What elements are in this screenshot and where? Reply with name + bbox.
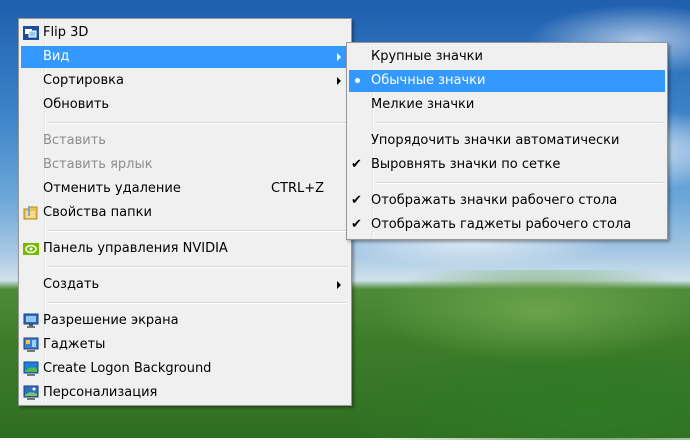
menu-separator <box>47 302 347 304</box>
menu-item-label: Гаджеты <box>43 337 106 352</box>
menu-item-screen-resolution[interactable]: Разрешение экрана <box>21 310 349 332</box>
menu-item-flip3d[interactable]: Flip 3D <box>21 22 349 44</box>
submenu-item-align-to-grid[interactable]: ✔ Выровнять значки по сетке <box>349 154 665 176</box>
shortcut-label: CTRL+Z <box>271 181 325 196</box>
menu-separator <box>47 230 347 232</box>
menu-item-label: Вид <box>43 49 70 64</box>
menu-item-label: Обновить <box>43 97 110 112</box>
checkmark-icon: ✔ <box>351 217 362 232</box>
desktop-context-menu: Flip 3D Вид Сортировка Обновить Вставить… <box>18 18 352 406</box>
menu-item-personalization[interactable]: Персонализация <box>21 382 349 404</box>
menu-item-label: Отменить удаление <box>43 181 181 196</box>
submenu-item-medium-icons[interactable]: Обычные значки <box>349 70 665 92</box>
logon-background-icon <box>23 361 39 377</box>
menu-separator <box>47 266 347 268</box>
menu-item-label: Выровнять значки по сетке <box>371 157 561 172</box>
submenu-item-auto-arrange[interactable]: Упорядочить значки автоматически <box>349 130 665 152</box>
menu-item-refresh[interactable]: Обновить <box>21 94 349 116</box>
menu-item-sort[interactable]: Сортировка <box>21 70 349 92</box>
menu-item-nvidia-control-panel[interactable]: Панель управления NVIDIA <box>21 238 349 260</box>
menu-item-label: Вставить <box>43 133 106 148</box>
menu-item-label: Разрешение экрана <box>43 313 179 328</box>
menu-item-label: Flip 3D <box>43 25 89 40</box>
nvidia-icon <box>23 241 39 257</box>
menu-separator <box>375 122 663 124</box>
menu-item-label: Отображать значки рабочего стола <box>371 193 618 208</box>
menu-item-label: Крупные значки <box>371 49 483 64</box>
menu-item-label: Вставить ярлык <box>43 157 153 172</box>
menu-item-paste-shortcut[interactable]: Вставить ярлык <box>21 154 349 176</box>
menu-item-create-logon-background[interactable]: Create Logon Background <box>21 358 349 380</box>
menu-item-gadgets[interactable]: Гаджеты <box>21 334 349 356</box>
menu-item-label: Панель управления NVIDIA <box>43 241 228 256</box>
menu-item-label: Сортировка <box>43 73 124 88</box>
submenu-arrow-icon <box>337 77 341 85</box>
checkmark-icon: ✔ <box>351 157 362 172</box>
personalization-icon <box>23 385 39 401</box>
menu-item-label: Упорядочить значки автоматически <box>371 133 620 148</box>
screen-resolution-icon <box>23 313 39 329</box>
submenu-item-show-desktop-icons[interactable]: ✔ Отображать значки рабочего стола <box>349 190 665 212</box>
submenu-item-small-icons[interactable]: Мелкие значки <box>349 94 665 116</box>
submenu-item-show-desktop-gadgets[interactable]: ✔ Отображать гаджеты рабочего стола <box>349 214 665 236</box>
menu-separator <box>375 182 663 184</box>
menu-item-label: Обычные значки <box>371 73 486 88</box>
checkmark-icon: ✔ <box>351 193 362 208</box>
submenu-item-large-icons[interactable]: Крупные значки <box>349 46 665 68</box>
menu-item-view[interactable]: Вид <box>21 46 349 68</box>
menu-item-undo-delete[interactable]: Отменить удаление CTRL+Z <box>21 178 349 200</box>
view-submenu: Крупные значки Обычные значки Мелкие зна… <box>346 42 668 240</box>
menu-item-label: Отображать гаджеты рабочего стола <box>371 217 632 232</box>
menu-item-folder-options[interactable]: Свойства папки <box>21 202 349 224</box>
menu-item-label: Свойства папки <box>43 205 152 220</box>
menu-item-label: Мелкие значки <box>371 97 475 112</box>
folder-options-icon <box>23 205 39 221</box>
submenu-arrow-icon <box>337 53 341 61</box>
desktop-wallpaper-hills <box>340 270 690 440</box>
radio-bullet-icon <box>355 78 360 83</box>
menu-separator <box>47 122 347 124</box>
submenu-arrow-icon <box>337 281 341 289</box>
menu-item-label: Создать <box>43 277 100 292</box>
flip3d-icon <box>23 25 39 41</box>
menu-item-label: Персонализация <box>43 385 158 400</box>
menu-item-label: Create Logon Background <box>43 361 212 376</box>
menu-item-paste[interactable]: Вставить <box>21 130 349 152</box>
gadgets-icon <box>23 337 39 353</box>
menu-item-new[interactable]: Создать <box>21 274 349 296</box>
